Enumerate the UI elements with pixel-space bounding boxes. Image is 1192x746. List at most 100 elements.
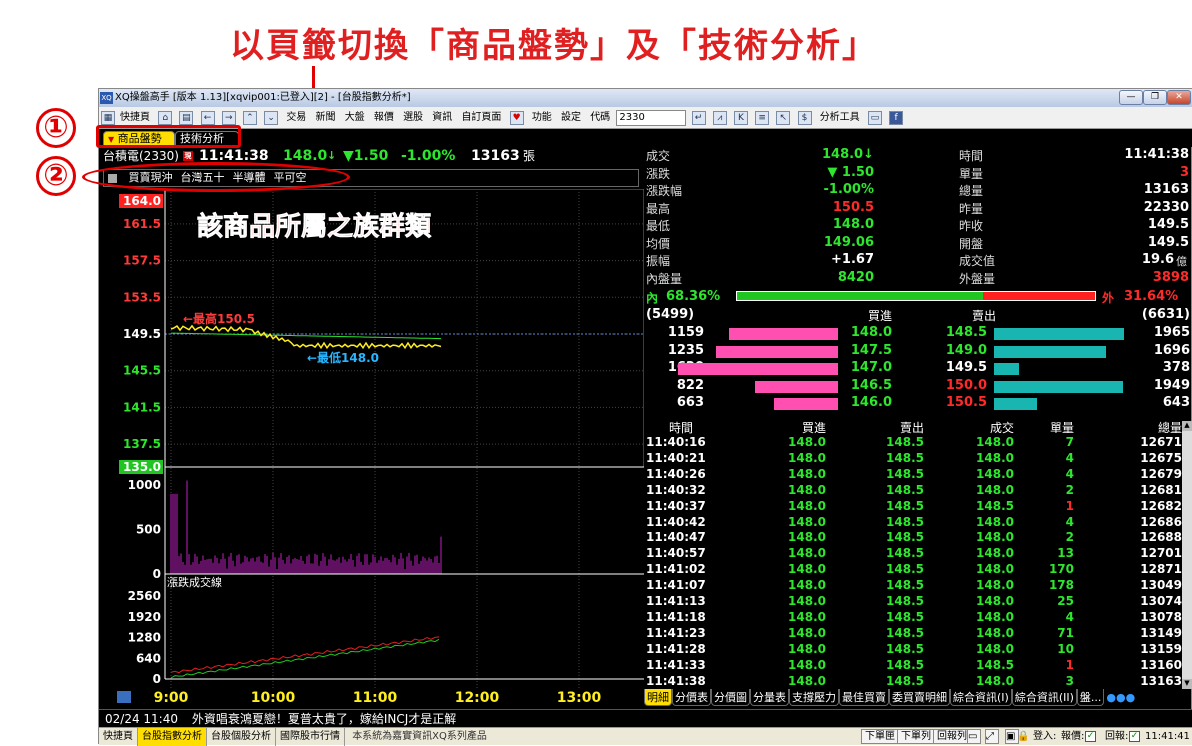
bid-header: 買進 [868,309,893,323]
tick-row[interactable]: 11:41:07 148.0 148.5 148.0 178 13049 [644,578,1184,594]
tick-bid: 148.0 [788,641,826,656]
menu-market[interactable]: 大盤 [342,109,368,127]
list-icon[interactable]: ≡ [755,111,770,125]
ratio-bar [736,291,1096,301]
detail-tab[interactable]: 分量表 [750,689,789,706]
stat-value: 11:41:38 [1124,147,1189,162]
detail-tab[interactable]: 支撐壓力 [789,689,839,706]
menu-trade[interactable]: 交易 [283,109,309,127]
detail-tab[interactable]: 綜合資訊(II) [1011,689,1077,706]
news-headline[interactable]: 外資唱衰鴻夏戀！夏普太貴了，嫁給INCJ才是正解 [192,712,456,726]
chevron-up-icon[interactable]: ⌃ [242,111,257,125]
menu-info[interactable]: 資訊 [429,109,455,127]
detail-tab[interactable]: 分價表 [672,689,711,706]
grid-icon[interactable]: ▦ [101,111,115,125]
cursor-icon[interactable]: ↖ [776,111,791,125]
stat-label: 漲跌 [646,166,671,181]
tick-row[interactable]: 11:41:38 148.0 148.5 148.0 3 13163 [644,674,1184,690]
restore-icon[interactable]: ❐ [1143,90,1167,105]
adl-line-up [170,636,440,674]
quote-volume: 13163 [471,148,520,164]
detail-tab[interactable]: 分價圖 [711,689,750,706]
facebook-icon[interactable]: f [889,111,904,125]
workspace-tab[interactable]: 台股指數分析 [138,728,207,746]
scroll-down-icon[interactable]: ▼ [1182,679,1192,689]
home-icon[interactable]: ⌂ [158,111,173,125]
low-label: ←最低148.0 [307,350,379,365]
tick-bid: 148.0 [788,498,826,513]
heart-icon[interactable]: ♥ [509,111,524,125]
minimize-icon[interactable]: — [1119,90,1143,105]
tick-row[interactable]: 11:41:23 148.0 148.5 148.0 71 13149 [644,626,1184,642]
tick-row[interactable]: 11:41:18 148.0 148.5 148.0 4 13078 [644,610,1184,626]
tick-time: 11:40:21 [646,450,706,465]
order-box-button[interactable]: 下單匣 [861,729,899,744]
time-tick-label: 13:00 [557,690,602,706]
workspace-tab[interactable]: 國際股市行情 [276,728,345,746]
scroll-up-icon[interactable]: ▲ [1182,421,1192,431]
menu-custom-page[interactable]: 自訂頁面 [458,109,504,127]
stat-label: 成交值 [959,254,996,268]
report-bar-button[interactable]: 回報列 [933,729,971,744]
page-icon[interactable]: ▤ [179,111,194,125]
stat-value: 148.0 [832,217,874,232]
quote-status-label: 報價: [1061,731,1085,742]
resize-icon[interactable]: ⤢ [985,729,999,744]
menu-quote[interactable]: 報價 [371,109,397,127]
code-input[interactable]: 2330 [616,110,687,126]
tick-row[interactable]: 11:41:33 148.0 148.5 148.5 1 13160 [644,658,1184,674]
window-icon[interactable]: ▭ [967,729,981,744]
menu-news[interactable]: 新聞 [313,109,339,127]
tick-row[interactable]: 11:40:47 148.0 148.5 148.0 2 12688 [644,530,1184,546]
tick-row[interactable]: 11:40:37 148.0 148.5 148.5 1 12682 [644,499,1184,515]
close-icon[interactable]: ✕ [1167,90,1191,105]
scrollbar[interactable]: ▲ ▼ [1182,421,1192,689]
enter-icon[interactable]: ↵ [691,111,706,125]
monitor-icon[interactable]: ▭ [867,111,882,125]
tick-row[interactable]: 11:40:26 148.0 148.5 148.0 4 12679 [644,467,1184,483]
orderbook-row[interactable]: 1620147.0149.5378 [644,360,1192,378]
analysis-tools-button[interactable]: 分析工具 [817,109,863,127]
back-arrow-icon[interactable]: ← [200,111,215,125]
news-time: 02/24 11:40 [105,712,178,726]
orderbook-row[interactable]: 1235 147.5 149.0 1696 [644,343,1192,361]
ask-bar [994,398,1037,410]
tick-row[interactable]: 11:41:28 148.0 148.5 148.0 10 13159 [644,642,1184,658]
order-bar-button[interactable]: 下單列 [897,729,935,744]
news-ticker[interactable]: 02/24 11:40 外資唱衰鴻夏戀！夏普太貴了，嫁給INCJ才是正解 [99,709,1192,727]
orderbook-row[interactable]: 822 146.5 150.0 1949 [644,378,1192,396]
ask-price: 148.5 [945,325,987,340]
tick-row[interactable]: 11:40:16 148.0 148.5 148.0 7 12671 [644,435,1184,451]
volume-unit: 張 [523,149,536,163]
candle-icon[interactable]: K [733,111,748,125]
detail-tab[interactable]: 綜合資訊(I) [950,689,1012,706]
chart-icon[interactable]: ⩘ [712,111,727,125]
tick-row[interactable]: 11:41:13 148.0 148.5 148.0 25 13074 [644,594,1184,610]
tick-row[interactable]: 11:40:57 148.0 148.5 148.0 13 12701 [644,546,1184,562]
orderbook-row[interactable]: 663 146.0 150.5 643 [644,395,1192,413]
tick-row[interactable]: 11:41:02 148.0 148.5 148.0 170 12871 [644,562,1184,578]
workspace-tab[interactable]: 快捷頁 [99,728,138,746]
detail-tab[interactable]: 盤... [1076,689,1105,706]
chevron-down-icon[interactable]: ⌄ [264,111,279,125]
tick-row[interactable]: 11:40:42 148.0 148.5 148.0 4 12686 [644,515,1184,531]
orderbook-row[interactable]: 1159 148.0 148.5 1965 [644,325,1192,343]
marker-one: ① [36,108,76,148]
detail-tab[interactable]: 最佳買賣 [839,689,889,706]
workspace-tab[interactable]: 台股個股分析 [207,728,276,746]
nav-arrows-icon[interactable]: ●●● [1106,691,1135,704]
tick-row[interactable]: 11:40:21 148.0 148.5 148.0 4 12675 [644,451,1184,467]
menu-stock-pick[interactable]: 選股 [400,109,426,127]
detail-tab[interactable]: 明細 [644,689,672,706]
detail-tab[interactable]: 委買賣明細 [889,689,950,706]
tick-header: 單量 [1049,421,1074,435]
tick-qty: 4 [1065,450,1074,465]
tick-time: 11:41:33 [646,657,706,672]
bid-bar [678,363,838,375]
menu-functions[interactable]: 功能 [529,109,555,127]
dollar-icon[interactable]: $ [797,111,812,125]
forward-arrow-icon[interactable]: → [221,111,236,125]
ask-price: 150.5 [945,395,987,410]
tick-row[interactable]: 11:40:32 148.0 148.5 148.0 2 12681 [644,483,1184,499]
menu-settings[interactable]: 設定 [558,109,584,127]
